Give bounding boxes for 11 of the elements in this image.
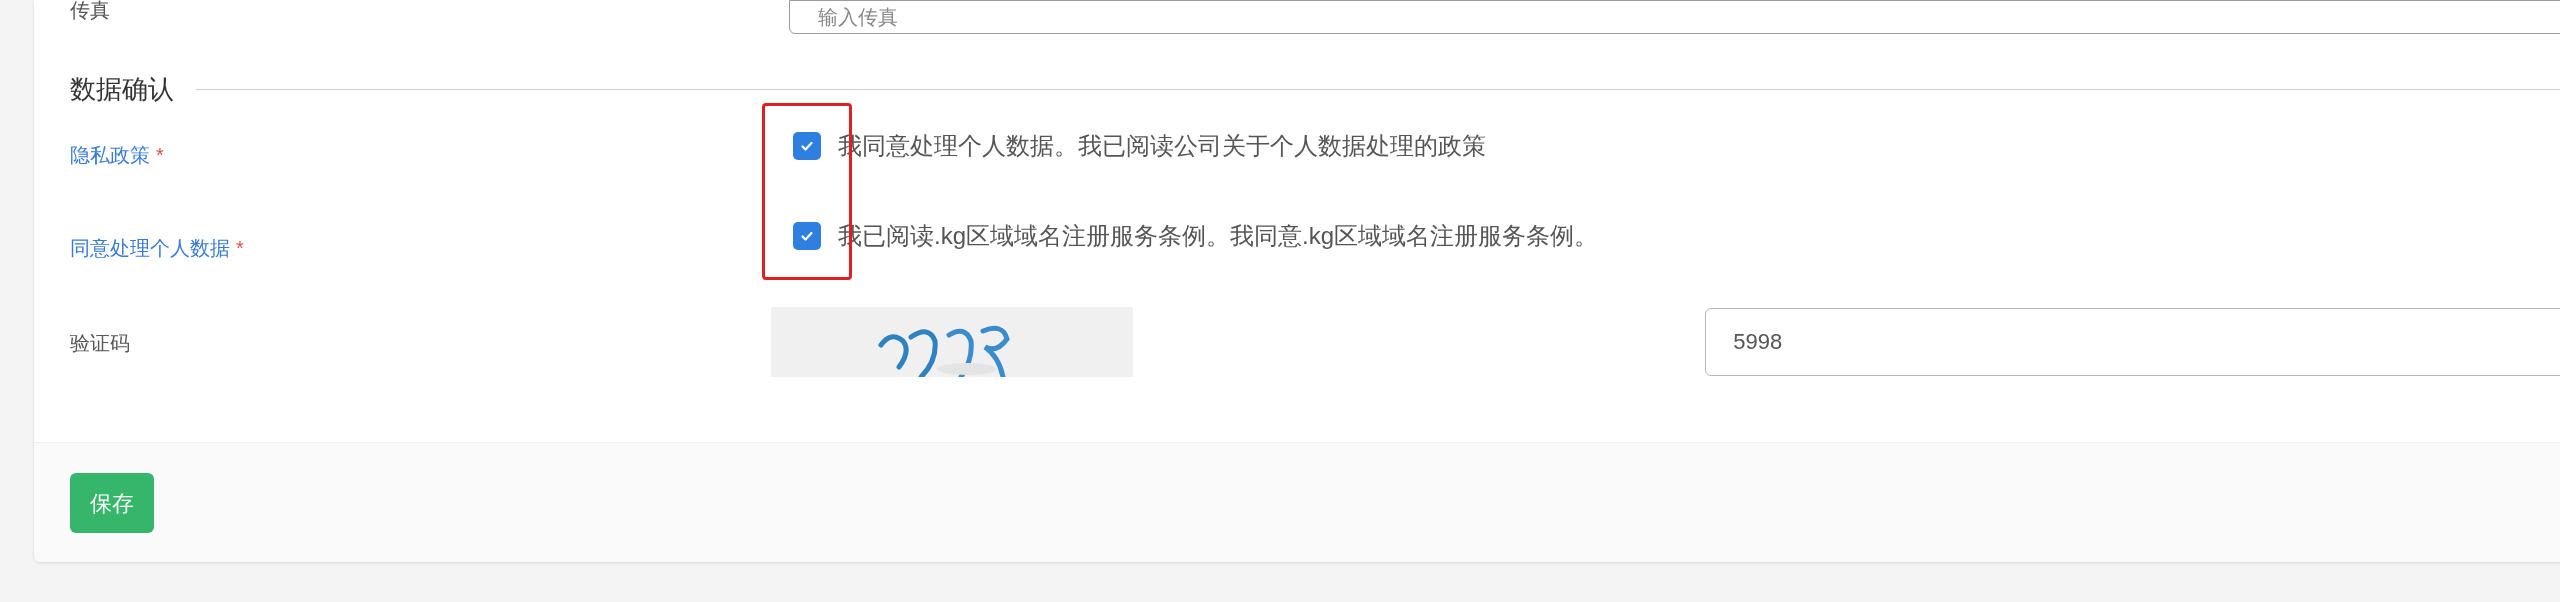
checkbox[interactable] <box>793 222 821 250</box>
input-field[interactable]: 输入传真 <box>789 0 2560 34</box>
field-label: 验证码 <box>69 331 131 355</box>
section-title: 数据确认 <box>70 72 174 106</box>
captcha-input[interactable]: 5998 <box>1705 308 2560 376</box>
required-mark: * <box>236 236 244 260</box>
field-label: 同意处理个人数据 <box>70 236 230 260</box>
field-label: 传真 <box>69 0 111 20</box>
checkbox[interactable] <box>793 132 821 160</box>
field-label: 隐私政策 <box>70 143 150 167</box>
required-mark: * <box>156 143 164 167</box>
